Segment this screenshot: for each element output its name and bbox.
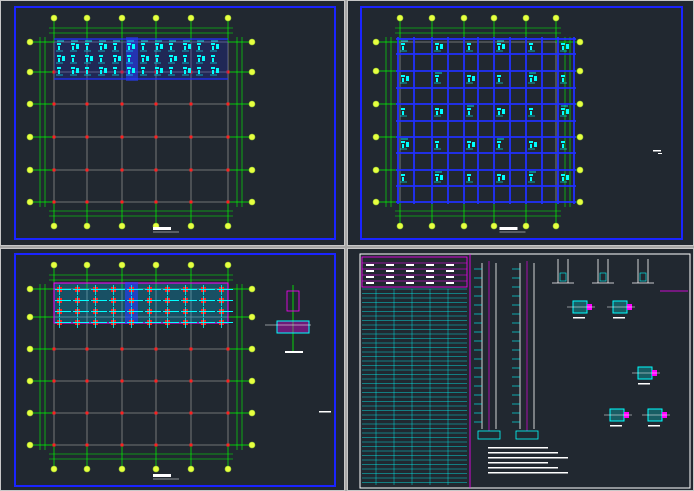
section-mark: [653, 150, 662, 154]
axis-bubble: [576, 67, 584, 75]
axis-bubble: [83, 14, 91, 22]
general-notes: [488, 447, 568, 474]
axis-bubble: [118, 14, 126, 22]
drawing-title-mark: [499, 227, 526, 233]
axis-bubble: [83, 261, 91, 269]
axis-bubble: [396, 222, 404, 230]
axis-bubble: [118, 465, 126, 473]
drawing-svg: [359, 253, 691, 489]
axis-bubble: [152, 14, 160, 22]
axis-bubble: [460, 14, 468, 22]
axis-bubble: [26, 345, 34, 353]
bottom-right-drawing[interactable]: [347, 248, 694, 491]
axis-bubble: [490, 222, 498, 230]
axis-bubble: [187, 261, 195, 269]
section-detail: [265, 285, 331, 413]
drawing-svg: [14, 253, 336, 487]
drawing-svg: [14, 6, 336, 240]
axis-bubble: [26, 133, 34, 141]
axis-bubble: [26, 441, 34, 449]
axis-bubble: [372, 100, 380, 108]
axis-bubble: [372, 198, 380, 206]
axis-bubble: [248, 133, 256, 141]
drawing-title-mark: [153, 474, 179, 480]
axis-bubble: [224, 14, 232, 22]
axis-bubble: [576, 166, 584, 174]
axis-bubble: [26, 68, 34, 76]
axis-bubble: [26, 38, 34, 46]
top-right-drawing[interactable]: [347, 0, 694, 246]
axis-bubble: [50, 222, 58, 230]
axis-bubble: [83, 222, 91, 230]
axis-bubble: [576, 133, 584, 141]
axis-bubble: [248, 345, 256, 353]
axis-bubble: [248, 377, 256, 385]
axis-bubble: [372, 133, 380, 141]
axis-bubble: [224, 222, 232, 230]
axis-bubble: [522, 222, 530, 230]
axis-bubble: [248, 38, 256, 46]
axis-bubble: [187, 14, 195, 22]
axis-bubble: [26, 166, 34, 174]
drawing-title-mark: [153, 227, 179, 233]
axis-bubble: [152, 465, 160, 473]
axis-bubble: [26, 313, 34, 321]
axis-bubble: [248, 313, 256, 321]
axis-bubble: [152, 261, 160, 269]
axis-bubble: [118, 261, 126, 269]
axis-bubble: [248, 409, 256, 417]
top-left-drawing[interactable]: [0, 0, 345, 246]
column-markers: [52, 347, 230, 447]
axis-bubble: [83, 465, 91, 473]
axis-bubble: [372, 166, 380, 174]
axis-bubble: [576, 198, 584, 206]
axis-bubble: [50, 465, 58, 473]
column-layout: [53, 282, 233, 328]
axis-bubble: [248, 285, 256, 293]
drawing-svg: [360, 6, 683, 240]
axis-bubble: [552, 222, 560, 230]
axis-bubble: [248, 198, 256, 206]
detail-sections: [552, 259, 688, 292]
axis-bubble: [522, 14, 530, 22]
axis-bubble: [26, 409, 34, 417]
axis-bubble: [428, 14, 436, 22]
axis-bubble: [428, 222, 436, 230]
axis-bubble: [26, 377, 34, 385]
bottom-left-drawing[interactable]: [0, 248, 345, 491]
axis-bubble: [248, 100, 256, 108]
beam-grid: [396, 37, 576, 204]
axis-bubble: [552, 14, 560, 22]
axis-bubble: [248, 441, 256, 449]
axis-bubble: [187, 222, 195, 230]
axis-bubble: [248, 166, 256, 174]
axis-bubble: [372, 67, 380, 75]
axis-bubble: [224, 465, 232, 473]
axis-bubble: [224, 261, 232, 269]
axis-bubble: [26, 100, 34, 108]
cad-layout-canvas[interactable]: [0, 0, 694, 491]
axis-bubble: [490, 14, 498, 22]
axis-bubble: [396, 14, 404, 22]
axis-bubble: [576, 100, 584, 108]
axis-bubble: [50, 261, 58, 269]
axis-bubble: [118, 222, 126, 230]
slab-reinforcement: [54, 37, 228, 81]
axis-bubble: [26, 285, 34, 293]
node-details: [567, 300, 670, 427]
axis-bubble: [26, 198, 34, 206]
axis-bubble: [576, 38, 584, 46]
axis-bubble: [460, 222, 468, 230]
axis-bubble: [248, 68, 256, 76]
column-elevations: [474, 261, 539, 440]
schedule-table: [361, 256, 468, 485]
axis-bubble: [50, 14, 58, 22]
axis-bubble: [187, 465, 195, 473]
axis-bubble: [372, 38, 380, 46]
